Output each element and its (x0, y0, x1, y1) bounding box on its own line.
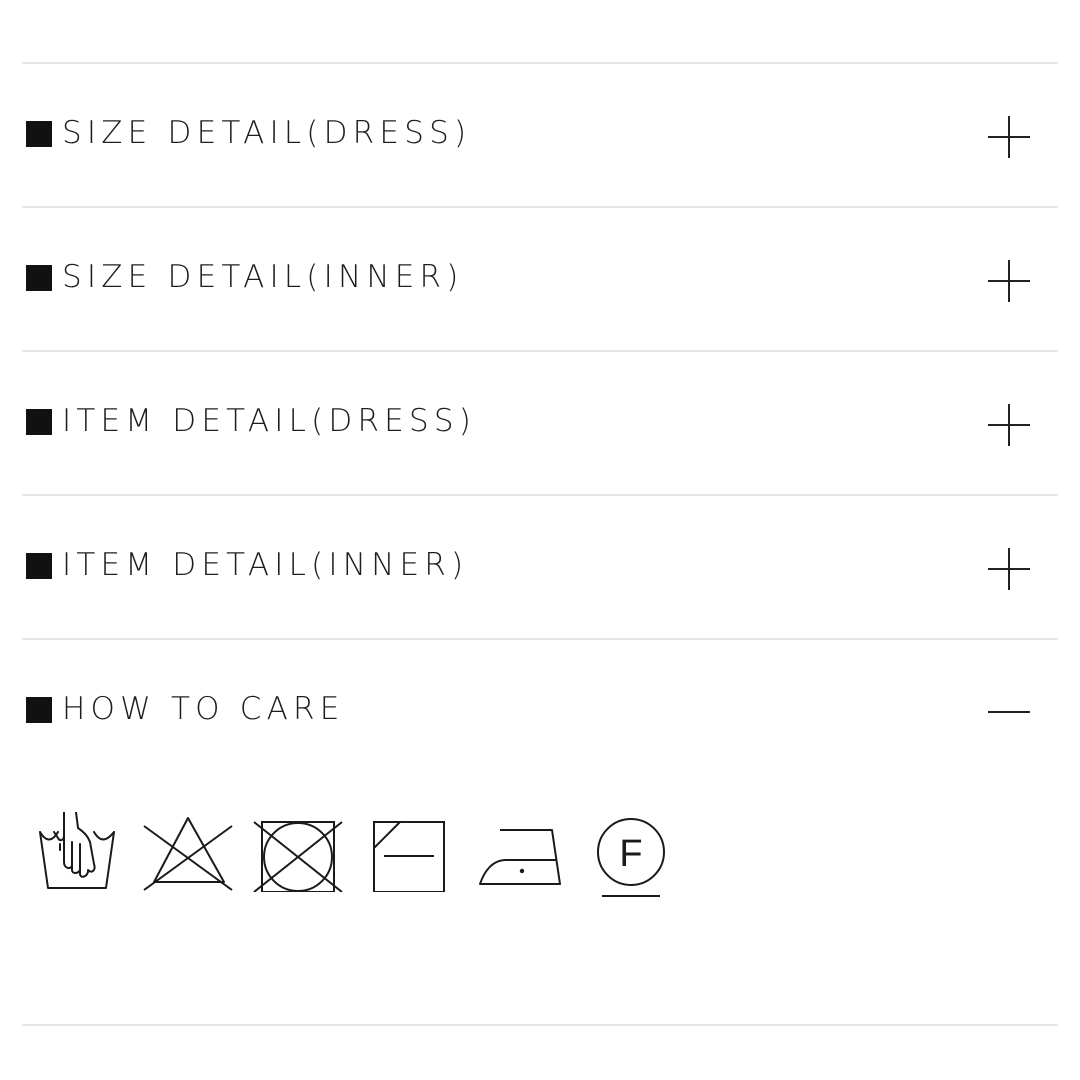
do-not-bleach-icon (143, 817, 233, 891)
plus-icon[interactable] (988, 260, 1030, 302)
accordion-size-detail-inner[interactable]: SIZE DETAIL(INNER) (22, 208, 1058, 350)
dry-clean-letter: F (619, 833, 642, 875)
plus-icon[interactable] (988, 404, 1030, 446)
square-bullet-icon (26, 697, 52, 723)
square-bullet-icon (26, 265, 52, 291)
accordion-item-detail-dress[interactable]: ITEM DETAIL(DRESS) (22, 352, 1058, 494)
accordion-label: SIZE DETAIL(DRESS) (62, 115, 472, 151)
accordion-item-detail-inner[interactable]: ITEM DETAIL(INNER) (22, 496, 1058, 638)
accordion-label: HOW TO CARE (62, 691, 345, 727)
hand-wash-icon (39, 812, 115, 889)
square-bullet-icon (26, 553, 52, 579)
dry-flat-in-shade-icon (373, 821, 445, 892)
square-bullet-icon (26, 409, 52, 435)
dry-clean-f-icon: F (597, 818, 665, 897)
plus-icon[interactable] (988, 116, 1030, 158)
plus-icon[interactable] (988, 548, 1030, 590)
accordion-label: ITEM DETAIL(INNER) (62, 547, 469, 583)
do-not-tumble-dry-icon (253, 821, 343, 892)
divider (22, 1024, 1058, 1026)
accordion-label: SIZE DETAIL(INNER) (62, 259, 464, 295)
accordion-size-detail-dress[interactable]: SIZE DETAIL(DRESS) (22, 64, 1058, 206)
accordion-label: ITEM DETAIL(DRESS) (62, 403, 477, 439)
iron-low-heat-icon (479, 829, 561, 885)
accordion-how-to-care[interactable]: HOW TO CARE (22, 640, 1058, 782)
square-bullet-icon (26, 121, 52, 147)
product-info-accordion: SIZE DETAIL(DRESS) SIZE DETAIL(INNER) IT… (0, 0, 1080, 1080)
care-symbols-panel: F (22, 812, 722, 912)
minus-icon[interactable] (988, 692, 1030, 734)
